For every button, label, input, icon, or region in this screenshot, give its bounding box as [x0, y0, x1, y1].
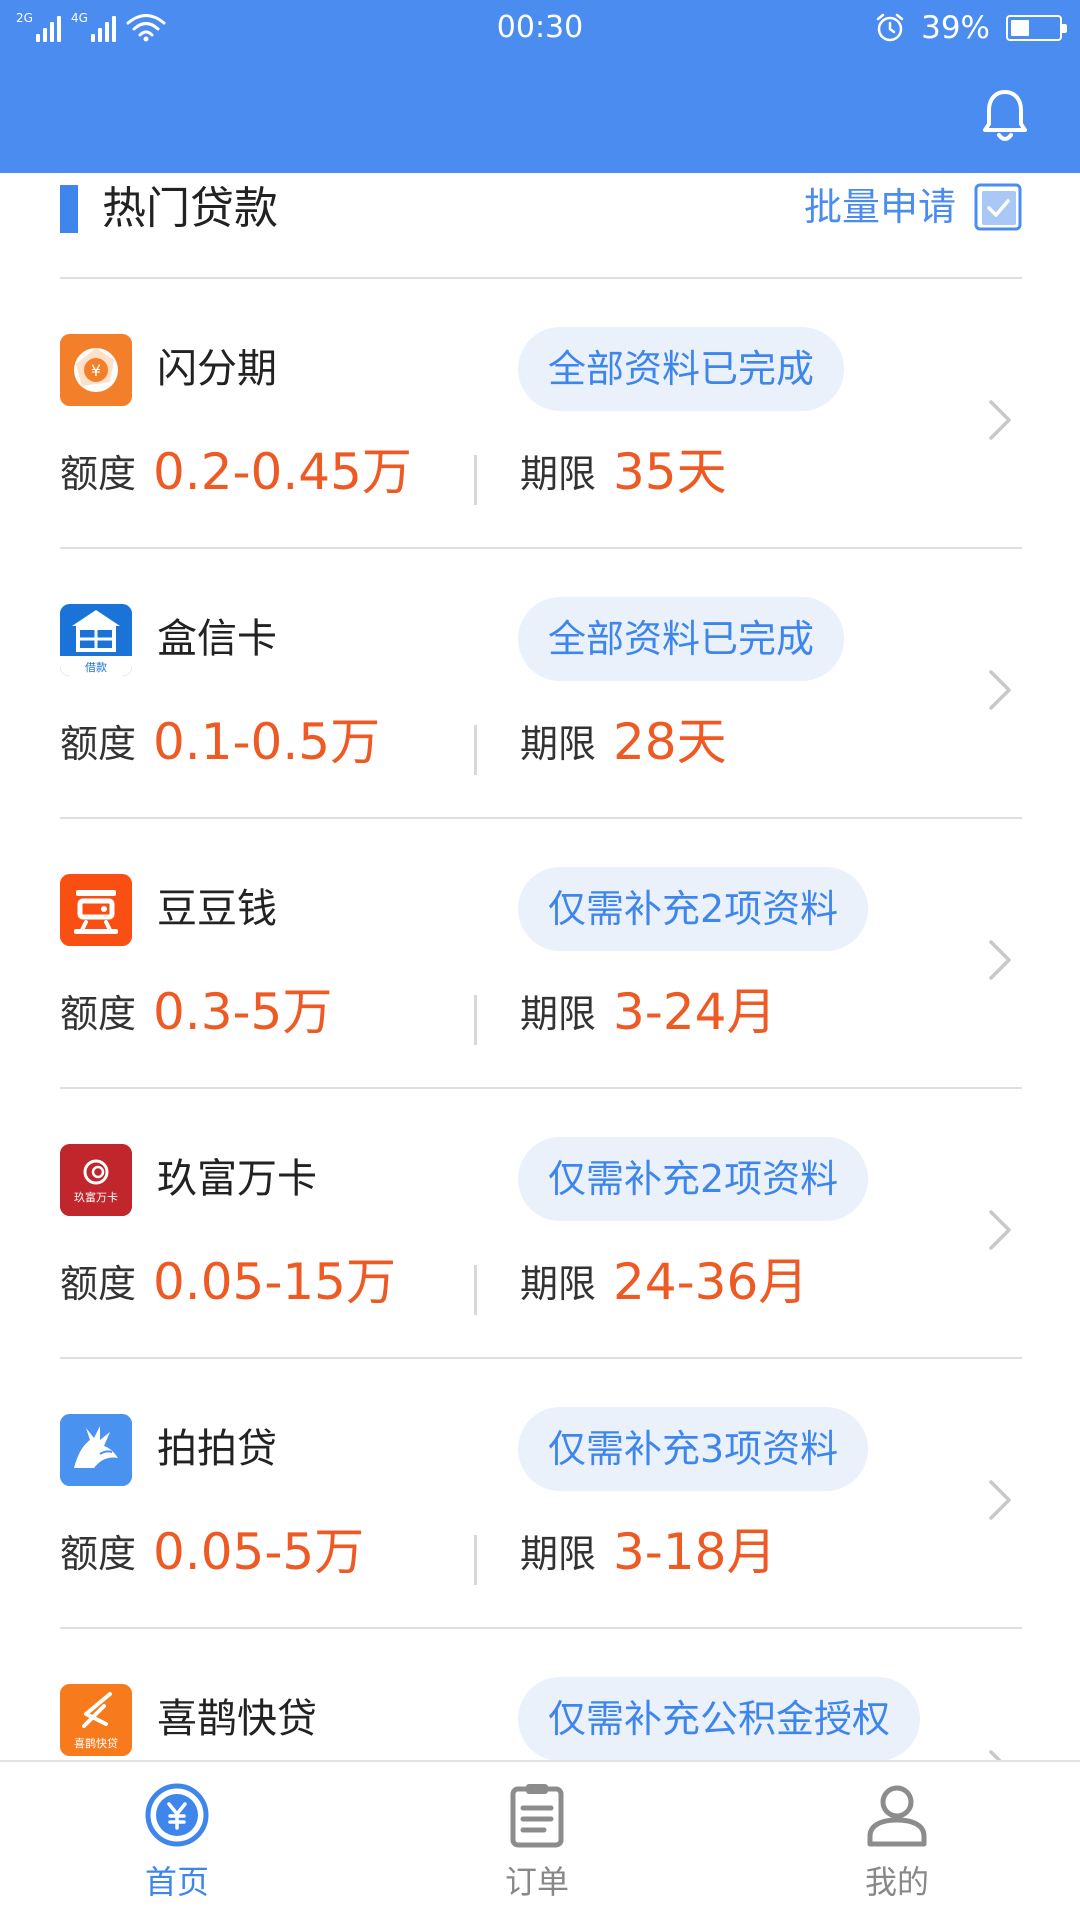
loan-stats: 额度 0.2-0.45万 期限 35天: [60, 439, 960, 509]
status-pill: 全部资料已完成: [518, 597, 845, 681]
battery-icon: [1006, 15, 1067, 41]
xiquekuaidai-logo-icon: 喜鹊快贷: [60, 1684, 132, 1756]
stat-divider: [474, 1265, 477, 1315]
loan-list: ¥ 闪分期 全部资料已完成 额度 0.2-0.45万 期限 35天 借款 盒信卡…: [0, 279, 1080, 1899]
status-pill: 仅需补充2项资料: [518, 1137, 869, 1221]
tab-orders[interactable]: 订单: [417, 1782, 657, 1902]
amount-value: 0.3-5万: [153, 983, 333, 1041]
loan-name: 盒信卡: [157, 616, 277, 662]
term-label: 期限: [520, 722, 597, 766]
loan-stats: 额度 0.05-5万 期限 3-18月: [60, 1519, 960, 1589]
yuan-coin-icon: [145, 1783, 209, 1847]
term-label: 期限: [520, 452, 597, 496]
amount-label: 额度: [60, 1262, 137, 1306]
status-bar-right: 39%: [875, 10, 1067, 46]
term-value: 35天: [613, 443, 727, 501]
bottom-tab-bar: 首页 订单 我的: [0, 1760, 1080, 1920]
hexinka-logo-icon: 借款: [60, 604, 132, 676]
stat-divider: [474, 725, 477, 775]
tab-label: 首页: [144, 1863, 209, 1901]
loan-name: 豆豆钱: [157, 886, 277, 932]
top-bar: 2G 4G 00:30 39%: [0, 0, 1080, 173]
svg-text:¥: ¥: [91, 361, 101, 380]
person-icon: [867, 1785, 927, 1847]
amount-label: 额度: [60, 452, 137, 496]
loan-item[interactable]: ¥ 闪分期 全部资料已完成 额度 0.2-0.45万 期限 35天: [0, 279, 1080, 549]
term-value: 28天: [613, 713, 727, 771]
stat-divider: [474, 455, 477, 505]
battery-level: [1011, 20, 1029, 36]
stat-divider: [474, 1535, 477, 1585]
alarm-icon: [876, 13, 904, 42]
shanfenqi-logo-icon: ¥: [60, 334, 132, 406]
status-pill: 仅需补充2项资料: [518, 867, 869, 951]
checkbox-icon[interactable]: [974, 183, 1022, 231]
batch-apply-label: 批量申请: [803, 185, 956, 229]
chevron-right-icon: [989, 1480, 1011, 1520]
term-value: 3-24月: [613, 983, 777, 1041]
chevron-right-icon: [989, 1210, 1011, 1250]
bell-icon[interactable]: [982, 88, 1028, 146]
loan-item[interactable]: 借款 盒信卡 全部资料已完成 额度 0.1-0.5万 期限 28天: [0, 549, 1080, 819]
loan-name: 玖富万卡: [157, 1156, 317, 1202]
loan-stats: 额度 0.05-15万 期限 24-36月: [60, 1249, 960, 1319]
section-title: 热门贷款: [102, 183, 278, 234]
loan-name: 拍拍贷: [157, 1426, 277, 1472]
loan-stats: 额度 0.1-0.5万 期限 28天: [60, 709, 960, 779]
status-pill: 全部资料已完成: [518, 327, 845, 411]
tab-mine[interactable]: 我的: [777, 1782, 1017, 1902]
term-value: 3-18月: [613, 1523, 777, 1581]
amount-value: 0.1-0.5万: [153, 713, 381, 771]
term-label: 期限: [520, 1532, 597, 1576]
status-pill: 仅需补充3项资料: [518, 1407, 869, 1491]
battery-percent: 39%: [921, 10, 990, 46]
amount-value: 0.05-15万: [153, 1253, 396, 1311]
doudouqian-logo-icon: [60, 874, 132, 946]
loan-item[interactable]: 拍拍贷 仅需补充3项资料 额度 0.05-5万 期限 3-18月: [0, 1359, 1080, 1629]
amount-label: 额度: [60, 1532, 137, 1576]
chevron-right-icon: [989, 670, 1011, 710]
loan-name: 喜鹊快贷: [157, 1696, 317, 1742]
paipaidai-logo-icon: [60, 1414, 132, 1486]
tab-label: 订单: [504, 1863, 569, 1901]
status-pill: 仅需补充公积金授权: [518, 1677, 921, 1761]
clipboard-icon: [510, 1784, 564, 1848]
amount-value: 0.05-5万: [153, 1523, 365, 1581]
batch-apply-button[interactable]: 批量申请: [804, 183, 1022, 231]
amount-label: 额度: [60, 722, 137, 766]
stat-divider: [474, 995, 477, 1045]
chevron-right-icon: [989, 400, 1011, 440]
chevron-right-icon: [989, 940, 1011, 980]
loan-item[interactable]: 豆豆钱 仅需补充2项资料 额度 0.3-5万 期限 3-24月: [0, 819, 1080, 1089]
term-label: 期限: [520, 992, 597, 1036]
amount-label: 额度: [60, 992, 137, 1036]
loan-item[interactable]: 玖富万卡 玖富万卡 仅需补充2项资料 额度 0.05-15万 期限 24-36月: [0, 1089, 1080, 1359]
tab-home[interactable]: 首页: [57, 1782, 297, 1902]
term-value: 24-36月: [613, 1253, 809, 1311]
jiufu-logo-text: 玖富万卡: [74, 1190, 118, 1204]
amount-value: 0.2-0.45万: [153, 443, 412, 501]
section-accent-bar: [60, 185, 78, 233]
loan-name: 闪分期: [157, 346, 277, 392]
term-label: 期限: [520, 1262, 597, 1306]
section-header: 热门贷款 批量申请: [60, 173, 1022, 279]
jiufuwanka-logo-icon: 玖富万卡: [60, 1144, 132, 1216]
tab-label: 我的: [864, 1863, 929, 1901]
xique-logo-text: 喜鹊快贷: [74, 1736, 118, 1750]
loan-stats: 额度 0.3-5万 期限 3-24月: [60, 979, 960, 1049]
hexinka-logo-text: 借款: [85, 660, 107, 674]
